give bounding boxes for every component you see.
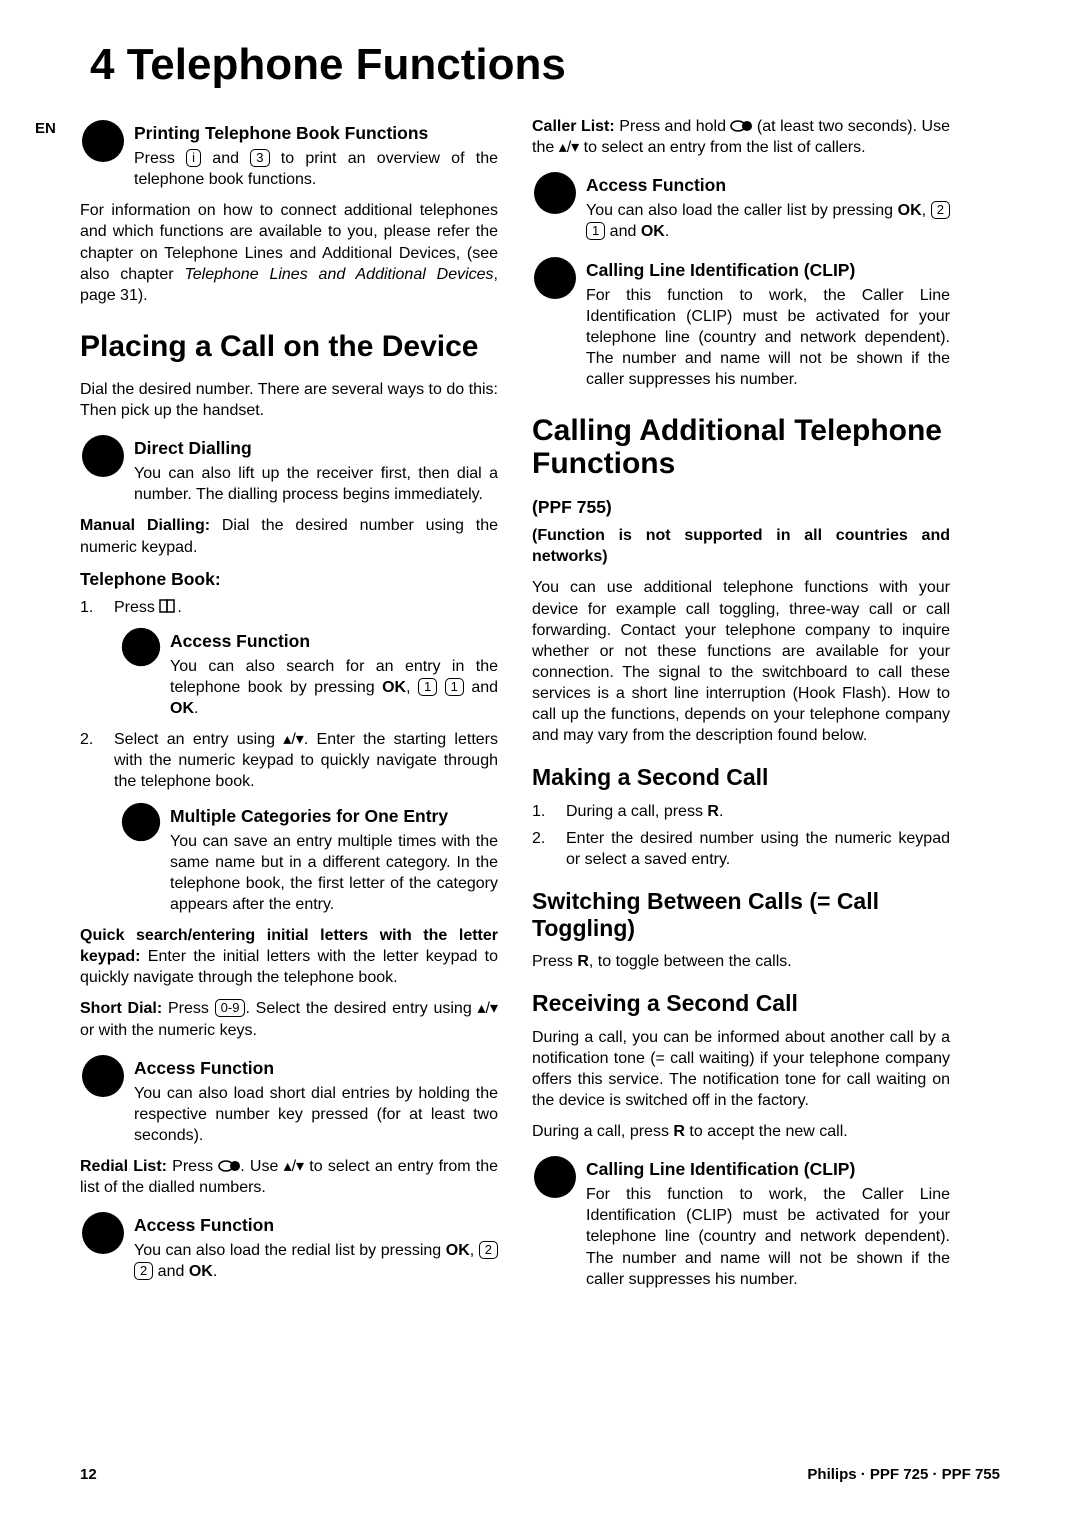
page-number: 12 [80,1466,97,1483]
info-icon [80,1210,126,1256]
right-column: Caller List: Press and hold (at least tw… [532,116,950,1300]
info-title: Access Function [586,174,950,197]
left-column: Printing Telephone Book Functions Press … [80,116,498,1300]
ordered-list: 1. During a call, press R. 2. Enter the … [532,801,950,870]
info-title: Multiple Categories for One Entry [170,805,498,828]
body-paragraph: During a call, you can be informed about… [532,1027,950,1111]
ordered-list: 2. Select an entry using ▴/▾. Enter the … [80,729,498,792]
body-paragraph: You can use additional telephone functio… [532,577,950,746]
info-title: Printing Telephone Book Functions [134,122,498,145]
subsection-heading-switching: Switching Between Calls (= Call Toggling… [532,888,950,941]
info-title: Calling Line Identification (CLIP) [586,259,950,282]
key-i: i [186,149,201,167]
subhead-telephone-book: Telephone Book: [80,568,498,591]
info-direct-dialling: Direct Dialling You can also lift up the… [80,431,498,505]
body-paragraph: Short Dial: Press 0-9. Select the desire… [80,998,498,1040]
info-icon [80,1053,126,1099]
body-paragraph: Caller List: Press and hold (at least tw… [532,116,950,158]
product-label: Philips · PPF 725 · PPF 755 [807,1466,1000,1483]
info-printing-functions: Printing Telephone Book Functions Press … [80,116,498,190]
info-access-function: Access Function You can also load the ca… [532,168,950,242]
info-title: Access Function [134,1214,498,1237]
info-access-function: Access Function You can also search for … [120,624,498,719]
info-title: Access Function [170,630,498,653]
list-item: 2. Enter the desired number using the nu… [532,828,950,870]
body-text: For this function to work, the Caller Li… [586,1186,950,1287]
info-access-function: Access Function You can also load the re… [80,1208,498,1282]
subsection-heading-making-second: Making a Second Call [532,764,950,790]
body-text: You can also load the redial list by pre… [134,1242,498,1280]
list-item: 2. Select an entry using ▴/▾. Enter the … [80,729,498,792]
body-paragraph: Press R, to toggle between the calls. [532,951,950,972]
info-icon [532,170,578,216]
key-1: 1 [445,678,464,696]
ordered-list: 1. Press . [80,597,498,618]
key-2: 2 [134,1262,153,1280]
body-paragraph: For information on how to connect additi… [80,200,498,306]
list-item: 1. During a call, press R. [532,801,950,822]
redial-icon [730,118,752,135]
key-1: 1 [586,222,605,240]
updown-icon: ▴/▾ [478,1000,499,1017]
key-1: 1 [418,678,437,696]
info-icon [532,1154,578,1200]
info-title: Calling Line Identification (CLIP) [586,1158,950,1181]
body-text: You can also load the caller list by pre… [586,202,950,240]
section-heading-placing-call: Placing a Call on the Device [80,330,498,363]
section-heading-calling-additional: Calling Additional Telephone Functions [532,414,950,480]
model-label: (PPF 755) [532,496,950,519]
body-text: Press i and 3 to print an overview of th… [134,150,498,188]
body-text: You can also search for an entry in the … [170,658,498,717]
info-access-function: Access Function You can also load short … [80,1051,498,1146]
body-paragraph: Quick search/entering initial letters wi… [80,925,498,988]
info-title: Access Function [134,1057,498,1080]
body-text: You can also load short dial entries by … [134,1085,498,1144]
body-text: For this function to work, the Caller Li… [586,287,950,388]
body-paragraph: Dial the desired number. There are sever… [80,379,498,421]
updown-icon: ▴/▾ [284,1158,305,1175]
updown-icon: ▴/▾ [559,139,580,156]
key-2: 2 [479,1241,498,1259]
body-paragraph: Manual Dialling: Dial the desired number… [80,515,498,557]
list-item: 1. Press . [80,597,498,618]
info-icon [80,433,126,479]
info-icon [120,626,162,668]
key-2: 2 [931,201,950,219]
key-3: 3 [250,149,269,167]
redial-icon [218,1158,240,1175]
info-icon [532,255,578,301]
language-marker: EN [35,120,56,137]
info-clip: Calling Line Identification (CLIP) For t… [532,1152,950,1290]
info-multiple-categories: Multiple Categories for One Entry You ca… [120,799,498,916]
book-icon [159,599,177,616]
key-0-9: 0-9 [215,999,246,1017]
body-text: You can save an entry multiple times wit… [170,833,498,913]
info-clip: Calling Line Identification (CLIP) For t… [532,253,950,391]
support-note: (Function is not supported in all countr… [532,525,950,567]
updown-icon: ▴/▾ [283,731,304,748]
page-footer: 12 Philips · PPF 725 · PPF 755 [80,1466,1000,1483]
info-title: Direct Dialling [134,437,498,460]
body-paragraph: Redial List: Press . Use ▴/▾ to select a… [80,1156,498,1198]
info-icon [120,801,162,843]
subsection-heading-receiving: Receiving a Second Call [532,990,950,1016]
chapter-title: 4 Telephone Functions [90,40,1000,90]
body-paragraph: During a call, press R to accept the new… [532,1121,950,1142]
body-text: You can also lift up the receiver first,… [134,465,498,503]
info-icon [80,118,126,164]
